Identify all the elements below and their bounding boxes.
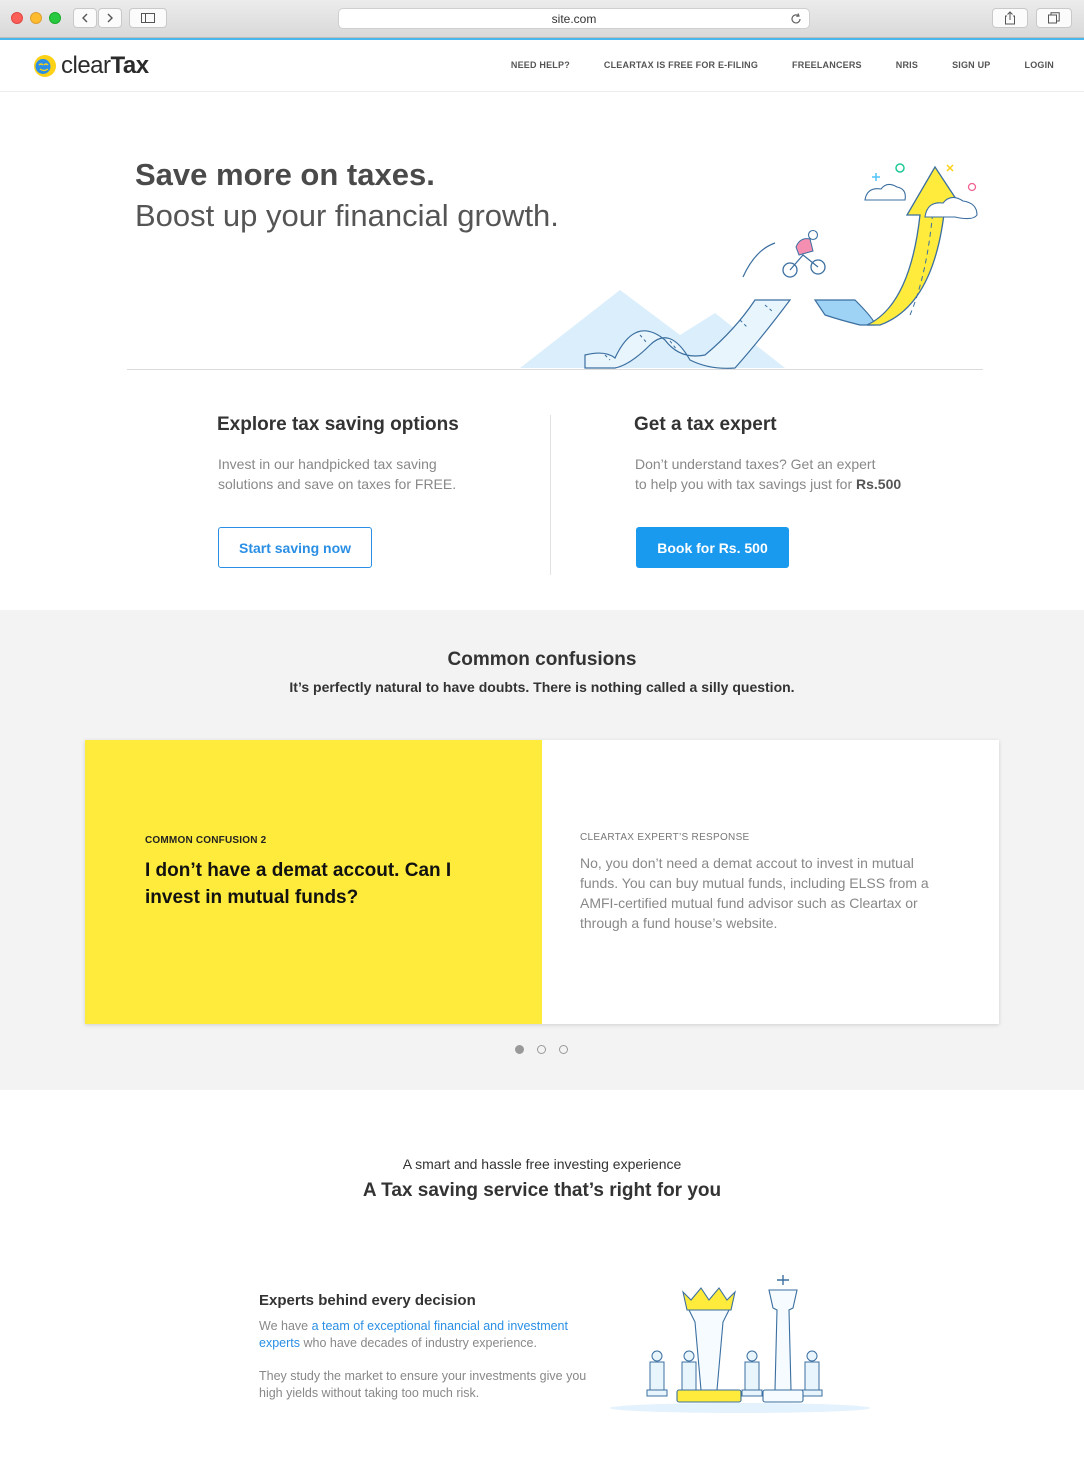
nav-need-help[interactable]: NEED HELP? (511, 60, 570, 70)
service-kicker: A smart and hassle free investing experi… (402, 1156, 682, 1172)
confusions-title: Common confusions (447, 649, 637, 670)
growth-road-illustration (520, 163, 978, 369)
feature-paragraph-2: They study the market to ensure your inv… (259, 1369, 587, 1400)
zoom-window-button[interactable] (49, 12, 61, 24)
expert-description: Don’t understand taxes? Get an expert to … (635, 456, 902, 492)
tabs-icon (1048, 12, 1060, 24)
sidebar-toggle-button[interactable] (129, 8, 167, 28)
share-icon (1005, 11, 1015, 25)
browser-toolbar: site.com (0, 0, 1084, 40)
reload-icon[interactable] (789, 12, 803, 26)
nav-freelancers[interactable]: FREELANCERS (792, 60, 862, 70)
answer-kicker: CLEARTAX EXPERT’S RESPONSE (580, 832, 750, 843)
nav-sign-up[interactable]: SIGN UP (952, 60, 990, 70)
site-header: clearTax NEED HELP? CLEARTAX IS FREE FOR… (0, 40, 1084, 92)
forward-button[interactable] (98, 8, 122, 28)
question-text: I don’t have a demat accout. Can I inves… (145, 860, 452, 908)
nav-nris[interactable]: NRIS (896, 60, 918, 70)
address-bar[interactable]: site.com (338, 8, 810, 29)
logo-mark-icon (34, 55, 56, 77)
url-text: site.com (551, 11, 597, 26)
chevron-left-icon (82, 13, 88, 23)
confusions-subtitle: It’s perfectly natural to have doubts. T… (289, 679, 795, 695)
carousel-dots (515, 1045, 581, 1054)
answer-text: No, you don’t need a demat accout to inv… (580, 855, 929, 931)
tabs-overview-button[interactable] (1036, 8, 1072, 28)
hero-title: Save more on taxes. (135, 157, 435, 192)
logo-wordmark: clearTax (61, 52, 149, 79)
nav-login[interactable]: LOGIN (1025, 60, 1055, 70)
share-button[interactable] (992, 8, 1028, 28)
carousel-dot-1[interactable] (515, 1045, 524, 1054)
book-expert-button[interactable]: Book for Rs. 500 (636, 527, 789, 568)
explore-description: Invest in our handpicked tax saving solut… (218, 456, 457, 492)
confusion-card: COMMON CONFUSION 2 I don’t have a demat … (85, 740, 999, 1024)
start-saving-button[interactable]: Start saving now (218, 527, 372, 568)
expert-title: Get a tax expert (634, 414, 777, 435)
feature-title: Experts behind every decision (259, 1292, 476, 1309)
minimize-window-button[interactable] (30, 12, 42, 24)
service-title: A Tax saving service that’s right for yo… (362, 1180, 722, 1201)
top-nav: NEED HELP? CLEARTAX IS FREE FOR E-FILING… (477, 60, 1054, 70)
column-divider (550, 415, 551, 575)
feature-paragraph-1: We have a team of exceptional financial … (259, 1319, 568, 1350)
question-kicker: COMMON CONFUSION 2 (145, 835, 267, 846)
nav-free-efiling[interactable]: CLEARTAX IS FREE FOR E-FILING (604, 60, 758, 70)
sidebar-icon (141, 13, 155, 23)
hero-subtitle: Boost up your financial growth. (135, 198, 559, 233)
chevron-right-icon (107, 13, 113, 23)
cleartax-logo[interactable]: clearTax (33, 52, 149, 80)
carousel-dot-3[interactable] (559, 1045, 568, 1054)
chess-pieces-illustration (610, 1275, 870, 1413)
back-button[interactable] (73, 8, 97, 28)
hero-divider (127, 369, 983, 370)
carousel-dot-2[interactable] (537, 1045, 546, 1054)
explore-title: Explore tax saving options (217, 414, 459, 435)
question-panel: COMMON CONFUSION 2 I don’t have a demat … (85, 740, 542, 1024)
close-window-button[interactable] (11, 12, 23, 24)
